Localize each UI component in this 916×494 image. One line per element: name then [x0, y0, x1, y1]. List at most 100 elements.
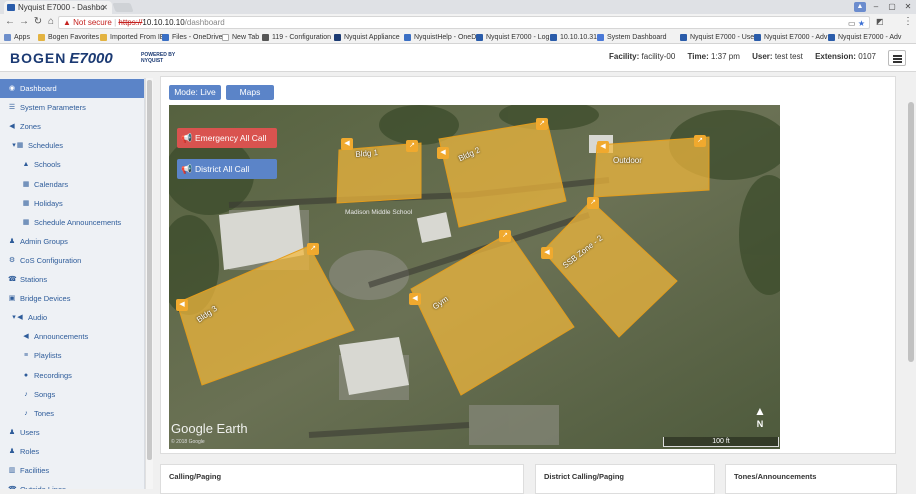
zone-edit-icon[interactable]: ↗: [307, 243, 319, 255]
bookmark-item[interactable]: Imported From IE: [100, 31, 164, 43]
sidebar-item-label: Holidays: [34, 198, 63, 208]
bogen-logo[interactable]: BOGEN E7000 POWERED BY NYQUIST: [10, 50, 175, 67]
cast-icon[interactable]: ▭: [848, 19, 856, 28]
emergency-all-call-button[interactable]: 📢 Emergency All Call: [177, 128, 277, 148]
zone-page-megaphone-icon[interactable]: ◀: [541, 247, 553, 259]
phone-icon: ☎: [8, 480, 17, 489]
zone-page-megaphone-icon[interactable]: ◀: [437, 147, 449, 159]
bookmark-item[interactable]: NyquistHelp - OneD: [404, 31, 476, 43]
sidebar-item-schedule-announcements[interactable]: ▦ Schedule Announcements: [0, 213, 144, 232]
close-window-icon[interactable]: ✕: [900, 0, 916, 14]
page-icon: [680, 34, 687, 41]
bookmark-item[interactable]: 10.10.10.31: [550, 31, 597, 43]
sidebar-item-facilities[interactable]: ▥ Facilities: [0, 461, 144, 480]
site-map[interactable]: Bldg 1 ◀ ↗ Bldg 2 ◀ ↗ Outdoor ◀ ↗ Bldg 3 ◀ ↗ Gym ◀ ↗ SS…: [169, 105, 780, 449]
bookmark-item[interactable]: Bogen Favorites: [38, 31, 99, 43]
extension-icon[interactable]: ◩: [876, 17, 884, 26]
forward-icon[interactable]: →: [18, 16, 30, 28]
sidebar-item-stations[interactable]: ☎ Stations: [0, 270, 144, 289]
zone-edit-icon[interactable]: ↗: [587, 197, 599, 209]
page-icon: [754, 34, 761, 41]
sidebar-item-system-parameters[interactable]: ☰ System Parameters: [0, 98, 144, 117]
zone-edit-icon[interactable]: ↗: [536, 118, 548, 130]
zone-edit-icon[interactable]: ↗: [406, 140, 418, 152]
hamburger-menu-icon[interactable]: [888, 50, 906, 66]
zone-edit-icon[interactable]: ↗: [499, 230, 511, 242]
district-all-call-button[interactable]: 📢 District All Call: [177, 159, 277, 179]
mode-live-button[interactable]: Mode: Live: [169, 85, 221, 100]
home-icon[interactable]: ⌂: [45, 16, 57, 28]
bookmarks-bar: Apps Bogen Favorites Imported From IE Fi…: [0, 31, 916, 44]
sidebar-item-label: Audio: [28, 313, 48, 323]
zone-outdoor-area: [593, 136, 710, 198]
phone-icon: ☎: [8, 276, 17, 283]
sidebar-item-calendars[interactable]: ▦ Calendars: [0, 175, 144, 194]
megaphone-icon: 📢: [181, 133, 193, 143]
sidebar-item-dashboard[interactable]: ◉ Dashboard: [0, 79, 144, 98]
sidebar-item-label: Schedule Announcements: [34, 217, 122, 227]
bookmark-item[interactable]: Files - OneDrive: [162, 31, 223, 43]
sidebar-item-holidays[interactable]: ▦ Holidays: [0, 194, 144, 213]
sidebar-item-admin-groups[interactable]: ♟ Admin Groups: [0, 232, 144, 251]
sidebar-item-label: Announcements: [34, 332, 89, 342]
volume-icon: ◀: [17, 314, 23, 322]
sidebar-item-announcements[interactable]: ◀ Announcements: [0, 327, 144, 346]
zone-page-megaphone-icon[interactable]: ◀: [409, 293, 421, 305]
back-icon[interactable]: ←: [4, 16, 16, 28]
bookmark-item[interactable]: Nyquist E7000 - Log: [476, 31, 549, 43]
close-tab-icon[interactable]: ✕: [101, 1, 108, 14]
profile-icon[interactable]: ▲: [854, 2, 866, 12]
bookmark-item[interactable]: Nyquist E7000 - Adv: [828, 31, 901, 43]
sidebar-item-label: Calendars: [34, 179, 69, 189]
sidebar-item-label: Schedules: [28, 141, 64, 151]
map-place-label: Madison Middle School: [345, 209, 413, 216]
address-bar[interactable]: ▲ Not secure | https://10.10.10.10/dashb…: [58, 16, 870, 29]
district-calling-paging-card: District Calling/Paging: [535, 464, 715, 494]
calendar-icon: ▦: [22, 199, 30, 207]
browser-tab[interactable]: Nyquist E7000 - Dashbo ✕: [4, 1, 112, 14]
bookmark-item[interactable]: 119 - Configuration: [262, 31, 331, 43]
minimize-icon[interactable]: –: [868, 0, 884, 14]
bookmark-item[interactable]: Nyquist E7000 - Use: [680, 31, 754, 43]
new-tab-button[interactable]: [112, 3, 134, 12]
sidebar-item-roles[interactable]: ♟ Roles: [0, 442, 144, 461]
sidebar-item-schools[interactable]: ▲ Schools: [0, 155, 144, 174]
sidebar-item-songs[interactable]: ♪ Songs: [0, 385, 144, 404]
sidebar-item-schedules[interactable]: ▾ ▦ Schedules: [0, 136, 144, 155]
bookmark-item[interactable]: System Dashboard: [597, 31, 667, 43]
zone-page-megaphone-icon[interactable]: ◀: [341, 138, 353, 150]
app-header: BOGEN E7000 POWERED BY NYQUIST Facility: …: [0, 44, 916, 72]
not-secure-warning-icon[interactable]: ▲: [63, 18, 71, 27]
bookmark-item[interactable]: New Tab: [222, 31, 259, 43]
sidebar-item-zones[interactable]: ◀ Zones: [0, 117, 144, 136]
sidebar-item-outside-lines[interactable]: ☎Outside Lines: [0, 480, 144, 489]
bookmark-star-icon[interactable]: ★: [858, 19, 865, 28]
calendar-icon: ▦: [22, 180, 30, 188]
zone-page-megaphone-icon[interactable]: ◀: [176, 299, 188, 311]
maps-button[interactable]: Maps: [226, 85, 274, 100]
sidebar-item-playlists[interactable]: ≡ Playlists: [0, 346, 144, 365]
bookmark-item[interactable]: Nyquist E7000 - Adv: [754, 31, 827, 43]
browser-menu-icon[interactable]: ⋮: [903, 16, 913, 27]
sidebar-item-bridge-devices[interactable]: ▣ Bridge Devices: [0, 289, 144, 308]
bookmark-item[interactable]: Apps: [4, 31, 30, 43]
favicon-icon: [7, 4, 15, 11]
sidebar-item-cos-configuration[interactable]: ⚙ CoS Configuration: [0, 251, 144, 270]
sidebar-item-label: System Parameters: [20, 103, 86, 113]
sidebar-item-recordings[interactable]: ● Recordings: [0, 366, 144, 385]
sidebar-item-tones[interactable]: ♪ Tones: [0, 404, 144, 423]
main-scrollbar[interactable]: [906, 72, 916, 489]
maximize-icon[interactable]: ▢: [884, 0, 900, 14]
list-icon: ≡: [23, 352, 29, 360]
zone-page-megaphone-icon[interactable]: ◀: [597, 141, 609, 153]
sidebar-item-label: CoS Configuration: [20, 255, 82, 265]
sidebar-item-users[interactable]: ♟ Users: [0, 423, 144, 442]
bookmark-item[interactable]: Nyquist Appliance: [334, 31, 400, 43]
apps-icon: [4, 34, 11, 41]
sidebar-item-audio[interactable]: ▾ ◀ Audio: [0, 308, 144, 327]
zone-edit-icon[interactable]: ↗: [694, 135, 706, 147]
sidebar-scrollbar[interactable]: [145, 78, 153, 489]
megaphone-icon: 📢: [181, 164, 193, 174]
facility-value: facility-00: [641, 52, 676, 61]
reload-icon[interactable]: ↻: [32, 16, 44, 28]
